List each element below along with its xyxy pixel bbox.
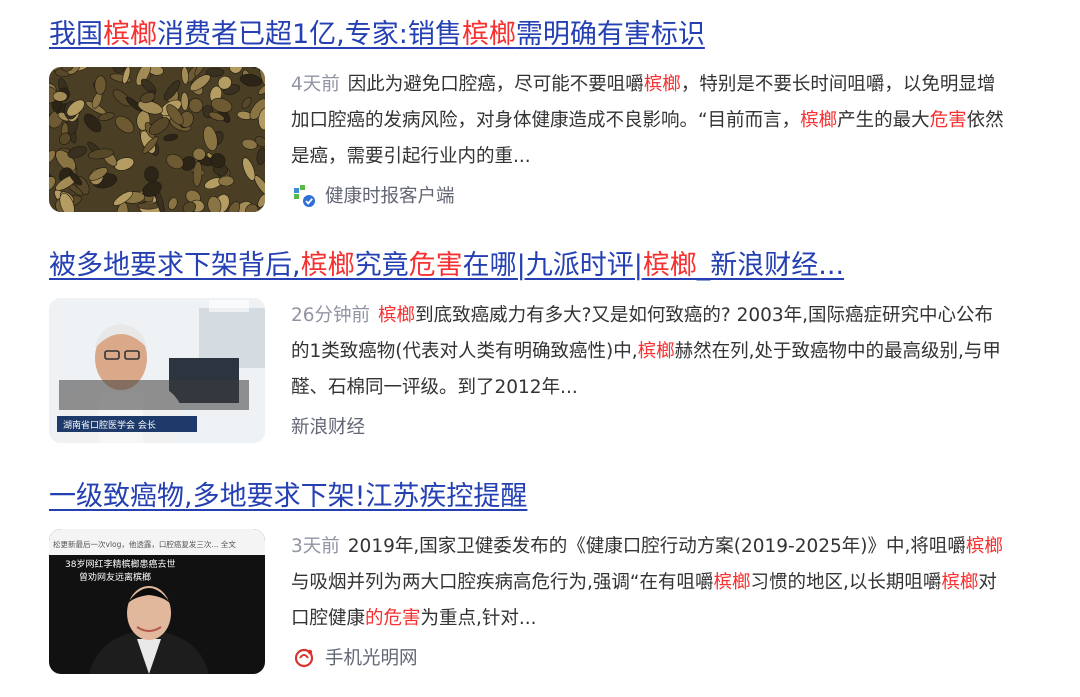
result-content: 26分钟前 槟榔到底致癌威力有多大?又是如何致癌的? 2003年,国际癌症研究中心… [291, 298, 1011, 440]
result-source[interactable]: 新浪财经 [291, 412, 1011, 440]
result-abstract: 26分钟前 槟榔到底致癌威力有多大?又是如何致癌的? 2003年,国际癌症研究中心… [291, 298, 1011, 406]
result-abstract-text: 因此为避免口腔癌，尽可能不要咀嚼 [347, 74, 644, 95]
result-thumbnail[interactable]: 湖南省口腔医学会 会长 [49, 298, 265, 443]
result-abstract: 4天前 因此为避免口腔癌，尽可能不要咀嚼槟榔，特别是不要长时间咀嚼，以免明显增加口… [291, 67, 1011, 175]
result-time: 26分钟前 [291, 305, 371, 326]
thumbnail-overlay-text: 曾劝网友远离槟榔 [79, 571, 151, 583]
keyword-highlight: 槟榔 [378, 305, 416, 326]
result-body: 松更新最后一次vlog，他透露，口腔癌复发三次... 全文 38岁网红李精槟榔患… [49, 529, 1009, 679]
keyword-highlight: 槟榔 [941, 572, 979, 593]
result-time: 3天前 [291, 536, 340, 557]
guangming-logo-icon [291, 644, 317, 670]
result-thumbnail[interactable]: 松更新最后一次vlog，他透露，口腔癌复发三次... 全文 38岁网红李精槟榔患… [49, 529, 265, 674]
result-abstract: 3天前 2019年,国家卫健委发布的《健康口腔行动方案(2019-2025年)》中… [291, 529, 1011, 637]
keyword-highlight: 槟榔 [637, 341, 675, 362]
keyword-highlight: 槟榔 [800, 110, 838, 131]
result-abstract-text: 2019年,国家卫健委发布的《健康口腔行动方案(2019-2025年)》中,将咀… [347, 536, 966, 557]
result-abstract-text: 为重点,针对... [420, 608, 537, 629]
keyword-highlight: 槟榔 [300, 250, 355, 281]
result-title-link[interactable]: 一级致癌物,多地要求下架!江苏疾控提醒 [49, 479, 1009, 515]
search-results-page: 我国槟榔消费者已超1亿,专家:销售槟榔需明确有害标识 4天前 因此为避免口腔癌，尽… [0, 0, 1080, 697]
result-abstract-text: 产生的最大 [837, 110, 930, 131]
keyword-highlight: 的危害 [365, 608, 421, 629]
keyword-highlight: 槟榔 [461, 19, 516, 50]
thumbnail-overlay-text: 38岁网红李精槟榔患癌去世 [65, 558, 175, 570]
result-title-text: 究竟 [354, 250, 409, 281]
result-source[interactable]: 手机光明网 [291, 643, 1011, 671]
doctor-interview-video-frame-icon: 湖南省口腔医学会 会长 [49, 298, 265, 443]
result-content: 3天前 2019年,国家卫健委发布的《健康口腔行动方案(2019-2025年)》中… [291, 529, 1011, 671]
search-result: 被多地要求下架背后,槟榔究竟危害在哪|九派时评|槟榔_新浪财经... 湖南省口腔… [49, 248, 1009, 448]
result-abstract-text: 习惯的地区,以长期咀嚼 [750, 572, 942, 593]
thumbnail-overlay-text: 松更新最后一次vlog，他透露，口腔癌复发三次... 全文 [53, 539, 236, 549]
result-source[interactable]: 健康时报客户端 [291, 181, 1011, 209]
social-post-screenshot-icon: 松更新最后一次vlog，他透露，口腔癌复发三次... 全文 38岁网红李精槟榔患… [49, 529, 265, 674]
result-body: 湖南省口腔医学会 会长 26分钟前 槟榔到底致癌威力有多大?又是如何致癌的? 20… [49, 298, 1009, 448]
result-title-text: 我国 [49, 19, 103, 50]
keyword-highlight: 槟榔 [713, 572, 751, 593]
thumbnail-caption: 湖南省口腔医学会 会长 [63, 419, 156, 431]
result-source-name: 健康时报客户端 [325, 186, 455, 207]
keyword-highlight: 槟榔 [965, 536, 1003, 557]
keyword-highlight: 槟榔 [642, 250, 697, 281]
keyword-highlight: 危害 [929, 110, 967, 131]
keyword-highlight: 槟榔 [643, 74, 681, 95]
keyword-highlight: 槟榔 [103, 19, 157, 50]
search-result: 我国槟榔消费者已超1亿,专家:销售槟榔需明确有害标识 4天前 因此为避免口腔癌，尽… [49, 17, 1009, 217]
keyword-highlight: 危害 [408, 250, 463, 281]
result-title-text: 需明确有害标识 [515, 19, 705, 50]
result-abstract-text: 与吸烟并列为两大口腔疾病高危行为,强调“在有咀嚼 [291, 572, 714, 593]
result-time: 4天前 [291, 74, 340, 95]
result-thumbnail[interactable] [49, 67, 265, 212]
betel-nut-photo-icon [49, 67, 265, 212]
result-title-link[interactable]: 被多地要求下架背后,槟榔究竟危害在哪|九派时评|槟榔_新浪财经... [49, 248, 1009, 284]
result-title-text: 一级致癌物,多地要求下架!江苏疾控提醒 [49, 481, 528, 512]
result-title-text: 在哪|九派时评| [462, 250, 643, 281]
result-title-text: 被多地要求下架背后, [49, 250, 301, 281]
result-body: 4天前 因此为避免口腔癌，尽可能不要咀嚼槟榔，特别是不要长时间咀嚼，以免明显增加口… [49, 67, 1009, 217]
result-source-name: 新浪财经 [291, 417, 366, 438]
result-title-link[interactable]: 我国槟榔消费者已超1亿,专家:销售槟榔需明确有害标识 [49, 17, 1009, 53]
result-title-text: 消费者已超1亿,专家:销售 [157, 19, 462, 50]
result-title-text: _新浪财经... [696, 250, 845, 281]
jiankang-shibao-logo-icon [291, 182, 317, 208]
search-result: 一级致癌物,多地要求下架!江苏疾控提醒 松更新最后一次vlog，他透露，口腔癌复… [49, 479, 1009, 679]
result-source-name: 手机光明网 [325, 648, 418, 669]
result-content: 4天前 因此为避免口腔癌，尽可能不要咀嚼槟榔，特别是不要长时间咀嚼，以免明显增加口… [291, 67, 1011, 209]
